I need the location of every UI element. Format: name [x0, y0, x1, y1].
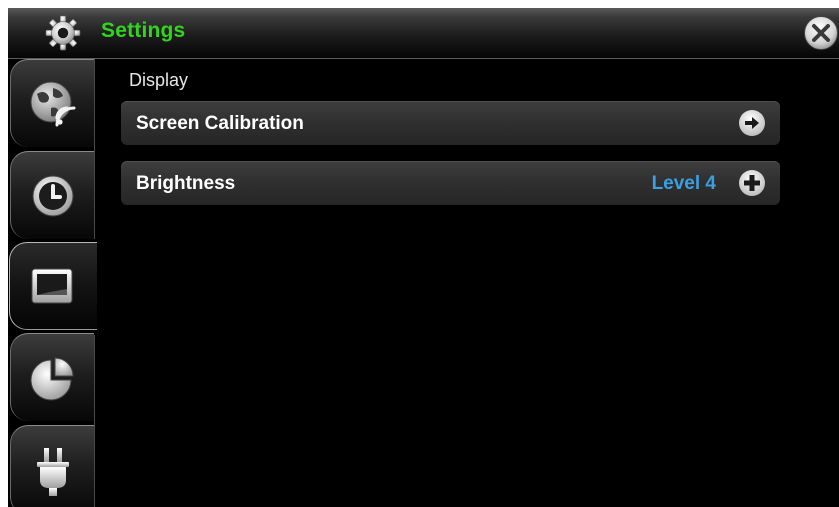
- title-bar: Settings: [8, 8, 839, 59]
- tab-time[interactable]: [10, 151, 94, 239]
- tab-storage[interactable]: [10, 333, 94, 421]
- row-label: Screen Calibration: [136, 113, 304, 134]
- tab-network[interactable]: [10, 59, 94, 147]
- close-icon[interactable]: [803, 15, 839, 51]
- sidebar-divider-bottom: [94, 335, 95, 507]
- tab-display[interactable]: [9, 242, 97, 330]
- brightness-value: Level 4: [651, 173, 716, 194]
- row-label: Brightness: [136, 173, 236, 194]
- gear-icon: [45, 15, 81, 51]
- monitor-icon: [31, 268, 73, 304]
- pie-chart-icon: [30, 357, 74, 401]
- page-title: Settings: [101, 19, 186, 42]
- settings-window: Settings Display Screen Calibration Brig…: [8, 8, 839, 507]
- brightness-row[interactable]: Brightness Level 4: [121, 161, 780, 205]
- screen-calibration-row[interactable]: Screen Calibration: [121, 101, 780, 145]
- clock-icon: [32, 175, 74, 217]
- section-title: Display: [129, 70, 189, 90]
- globe-wifi-icon: [30, 81, 76, 127]
- plus-icon[interactable]: [738, 169, 766, 197]
- power-plug-icon: [37, 448, 69, 496]
- sidebar-divider-top: [94, 59, 95, 239]
- sidebar: [8, 59, 97, 507]
- arrow-right-icon[interactable]: [738, 109, 766, 137]
- tab-power[interactable]: [10, 425, 94, 507]
